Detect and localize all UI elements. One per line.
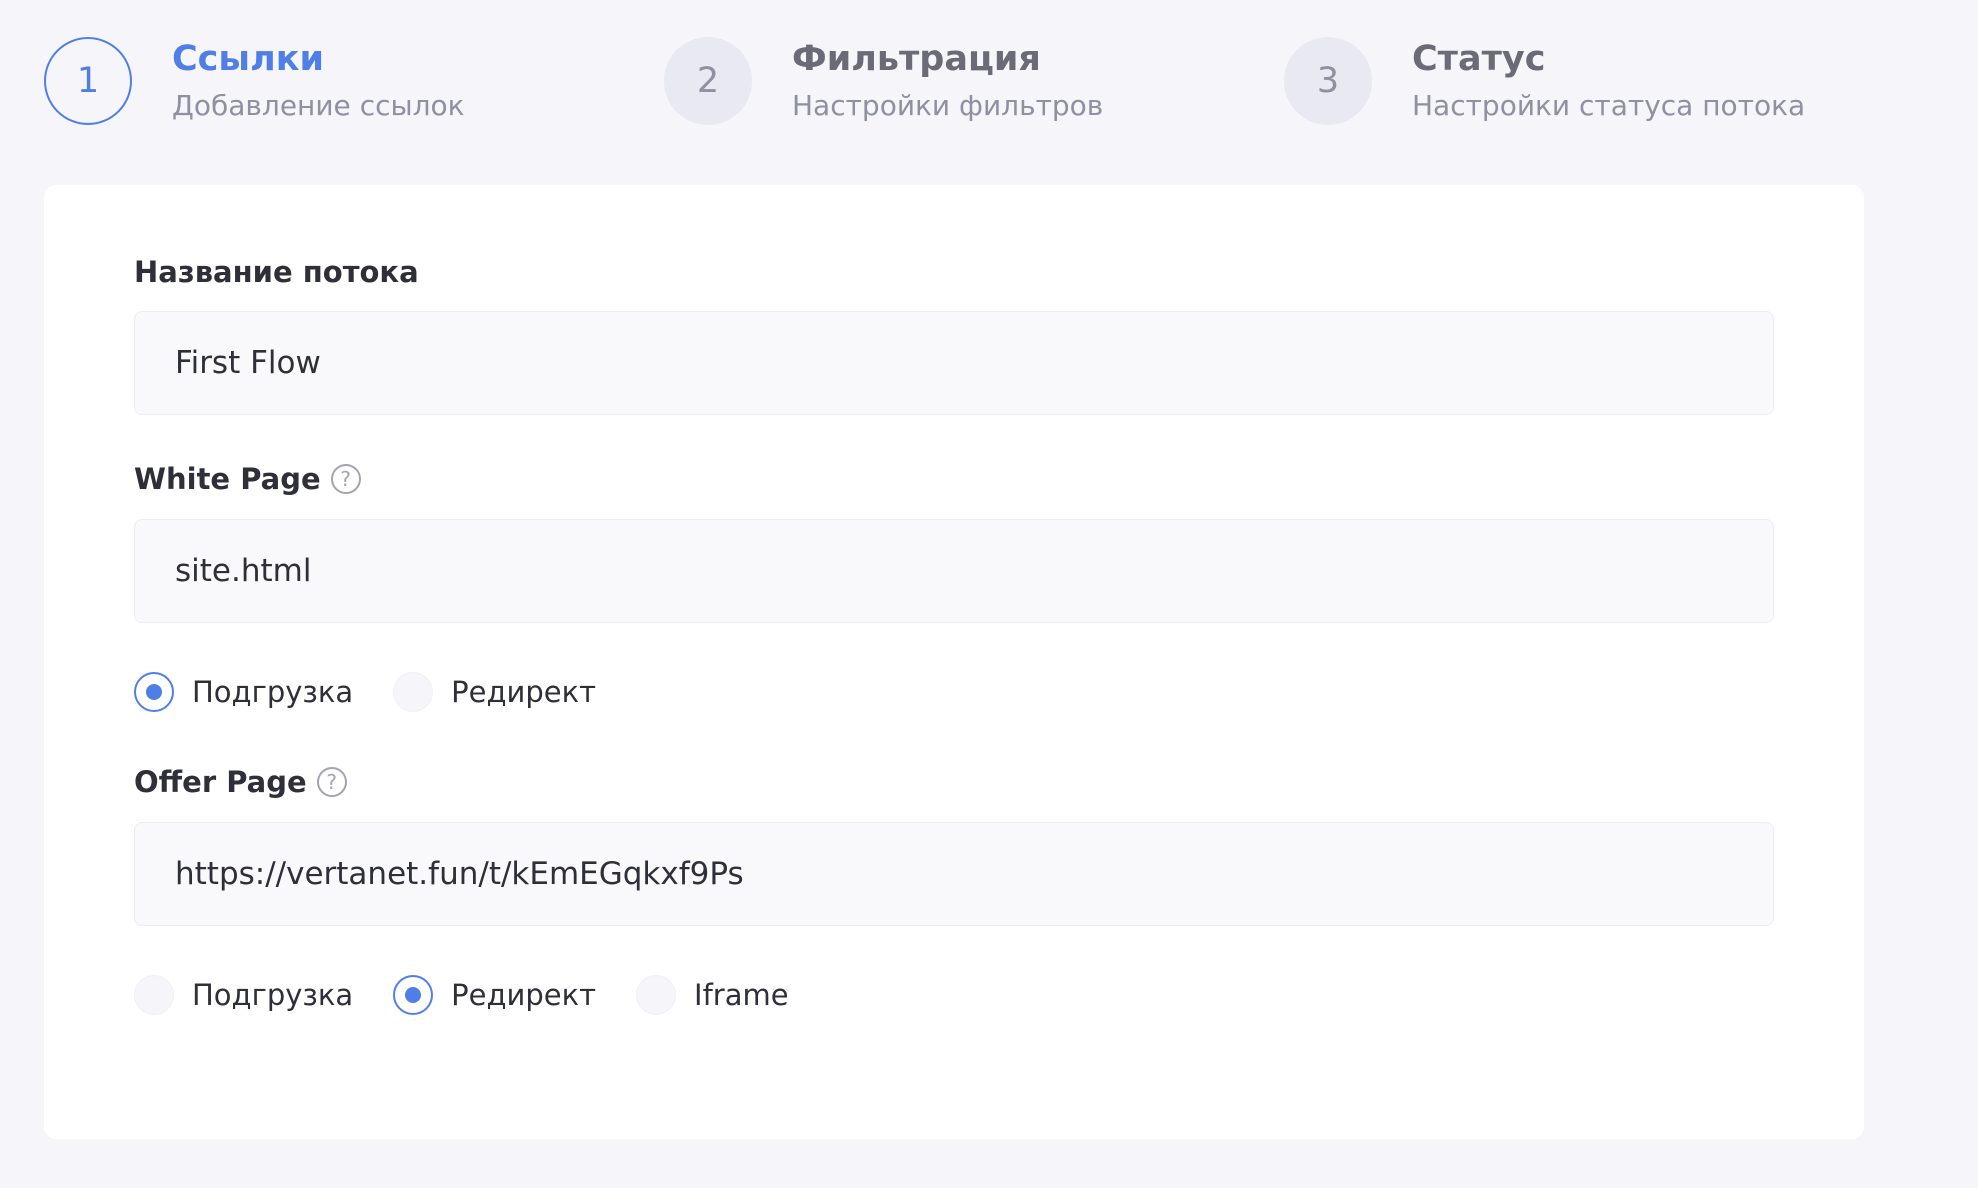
radio-unchecked-icon[interactable] xyxy=(393,672,434,712)
step-text: Фильтрация Настройки фильтров xyxy=(792,37,1103,126)
offer-page-input[interactable] xyxy=(134,822,1774,926)
step-subtitle: Настройки статуса потока xyxy=(1412,89,1806,122)
radio-unchecked-icon[interactable] xyxy=(636,975,677,1015)
radio-label: Подгрузка xyxy=(192,978,354,1012)
white-page-radio-redirect[interactable]: Редирект xyxy=(393,672,596,712)
offer-page-radio-preload[interactable]: Подгрузка xyxy=(134,975,353,1015)
step-number-circle: 3 xyxy=(1284,37,1372,125)
flow-form-card: Название потока White Page ? Подгрузка Р… xyxy=(44,185,1864,1139)
offer-page-label-text: Offer Page xyxy=(134,765,307,799)
white-page-mode-radio-group: Подгрузка Редирект xyxy=(134,670,636,714)
question-circle-icon[interactable]: ? xyxy=(330,464,361,494)
step-number: 3 xyxy=(1316,61,1340,101)
stepper: 1 Ссылки Добавление ссылок 2 Фильтрация … xyxy=(0,0,1978,180)
step-number: 1 xyxy=(76,61,100,101)
step-title: Ссылки xyxy=(172,39,324,79)
white-page-input[interactable] xyxy=(134,519,1774,623)
flow-name-label: Название потока xyxy=(134,252,419,292)
radio-label: Iframe xyxy=(694,978,789,1012)
offer-page-radio-redirect[interactable]: Редирект xyxy=(393,975,596,1015)
white-page-label-text: White Page xyxy=(134,462,321,496)
step-number-circle: 2 xyxy=(664,37,752,125)
step-text: Статус Настройки статуса потока xyxy=(1412,37,1805,126)
step-number-circle: 1 xyxy=(44,37,132,125)
radio-label: Подгрузка xyxy=(192,675,354,709)
white-page-radio-preload[interactable]: Подгрузка xyxy=(134,672,353,712)
flow-name-label-text: Название потока xyxy=(134,255,419,289)
white-page-label: White Page ? xyxy=(134,459,361,499)
step-subtitle: Добавление ссылок xyxy=(172,89,465,122)
radio-checked-icon[interactable] xyxy=(134,672,174,712)
step-title: Фильтрация xyxy=(792,39,1041,79)
offer-page-radio-iframe[interactable]: Iframe xyxy=(636,975,789,1015)
step-number: 2 xyxy=(696,61,720,101)
step-subtitle: Настройки фильтров xyxy=(792,89,1104,122)
step-title: Статус xyxy=(1412,39,1546,79)
radio-label: Редирект xyxy=(451,675,597,709)
step-text: Ссылки Добавление ссылок xyxy=(172,37,465,126)
question-circle-icon[interactable]: ? xyxy=(316,767,347,797)
offer-page-mode-radio-group: Подгрузка Редирект Iframe xyxy=(134,973,829,1017)
radio-label: Редирект xyxy=(451,978,597,1012)
flow-name-input[interactable] xyxy=(134,311,1774,415)
radio-checked-icon[interactable] xyxy=(393,975,434,1015)
radio-unchecked-icon[interactable] xyxy=(134,975,174,1015)
offer-page-label: Offer Page ? xyxy=(134,762,347,802)
